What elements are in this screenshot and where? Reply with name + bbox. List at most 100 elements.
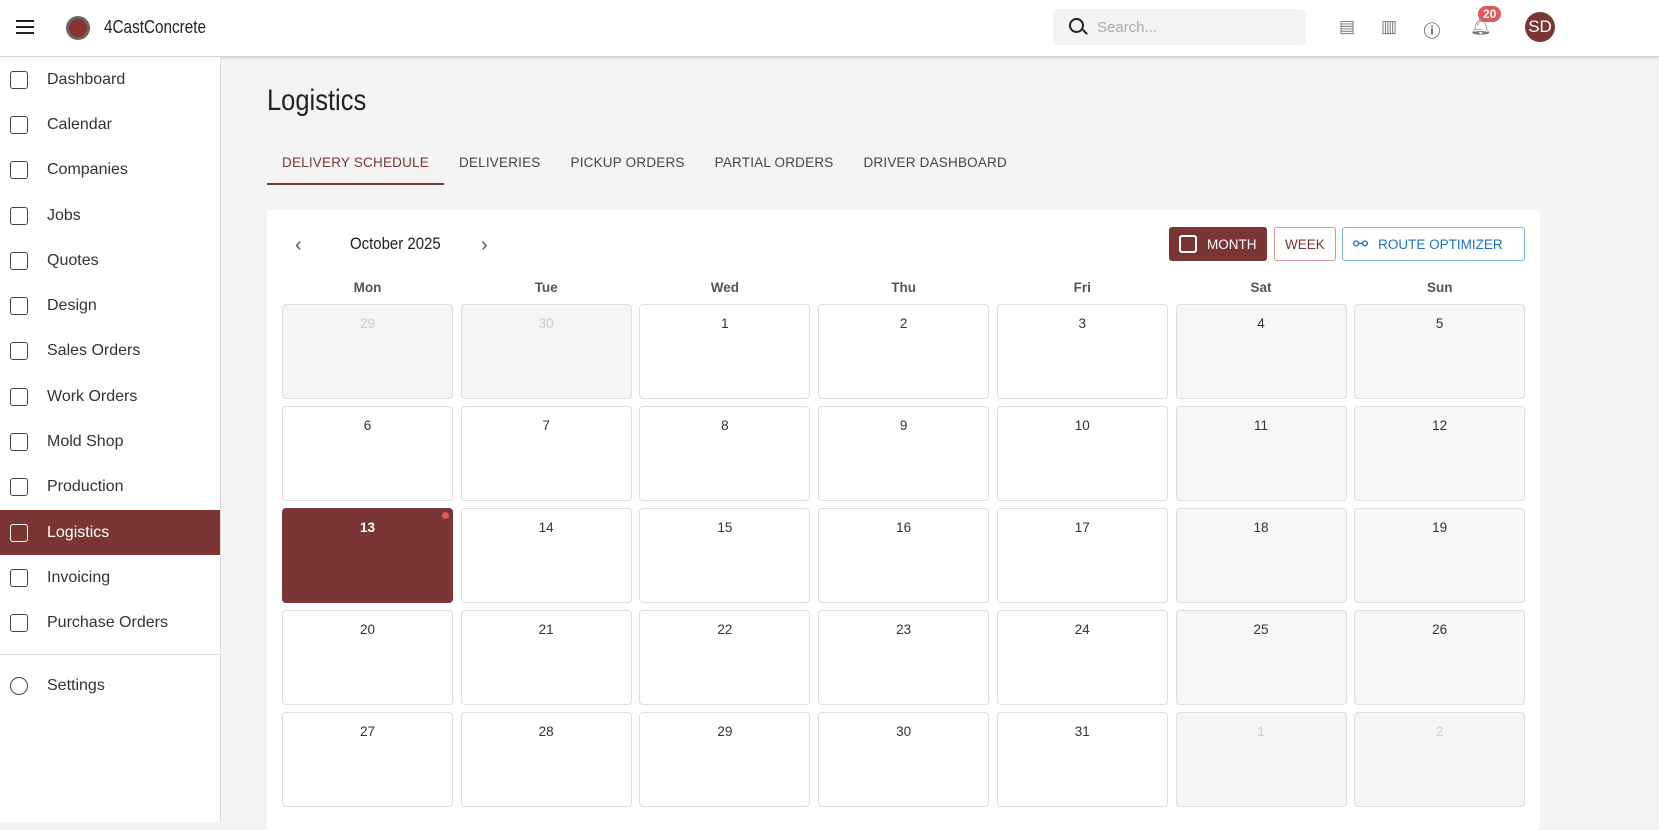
calendar-day[interactable]: 21 [460, 610, 632, 705]
sidebar-item-label: Mold Shop [47, 433, 124, 451]
calendar-day[interactable]: 27 [282, 712, 453, 807]
calendar-day-today[interactable]: 13 [282, 508, 453, 603]
sidebar-item-companies[interactable]: Companies [0, 148, 220, 193]
wrench-icon [10, 433, 28, 452]
calendar-day[interactable]: 1 [1175, 712, 1347, 807]
calendar-day[interactable]: 2 [818, 304, 990, 399]
tab-driver-dashboard[interactable]: DRIVER DASHBOARD [848, 146, 1021, 185]
day-number: 20 [359, 622, 376, 637]
day-number: 7 [542, 418, 550, 433]
sidebar-item-label: Purchase Orders [47, 614, 168, 632]
day-number: 30 [896, 724, 912, 739]
day-number: 1 [721, 316, 729, 331]
tab-delivery-schedule[interactable]: DELIVERY SCHEDULE [267, 146, 444, 185]
calendar-card: ‹ October 2025 › MONTH WEEK ⚯ ROUTE OPTIM… [267, 210, 1540, 830]
calendar-day[interactable]: 8 [639, 406, 811, 501]
factory-icon[interactable]: ▥ [1379, 17, 1399, 37]
day-number: 6 [363, 418, 372, 433]
calendar-day[interactable]: 12 [1354, 406, 1526, 501]
dashboard-icon [10, 70, 28, 89]
calendar-day[interactable]: 5 [1354, 304, 1526, 399]
calendar-day[interactable]: 22 [639, 610, 811, 705]
calendar-day[interactable]: 23 [818, 610, 990, 705]
day-number: 28 [538, 724, 554, 739]
calendar-day[interactable]: 3 [996, 304, 1168, 399]
sidebar-item-settings[interactable]: Settings [0, 663, 220, 708]
sidebar-item-production[interactable]: Production [0, 465, 220, 510]
day-number: 17 [1074, 520, 1090, 535]
calendar-day[interactable]: 24 [996, 610, 1168, 705]
avatar[interactable]: SD [1525, 12, 1555, 42]
tab-deliveries[interactable]: DELIVERIES [444, 146, 556, 185]
next-month-button[interactable]: › [481, 234, 488, 257]
calendar-day[interactable]: 1 [639, 304, 811, 399]
weekday-header: Thu [891, 280, 916, 295]
calendar-day[interactable]: 29 [639, 712, 811, 807]
sidebar-item-calendar[interactable]: Calendar [0, 102, 220, 147]
calendar-day[interactable]: 6 [282, 406, 453, 501]
calendar-day[interactable]: 7 [460, 406, 632, 501]
month-view-button[interactable]: MONTH [1169, 227, 1267, 261]
calendar-day[interactable]: 30 [818, 712, 990, 807]
day-number: 29 [717, 724, 733, 739]
sidebar-item-invoicing[interactable]: Invoicing [0, 555, 220, 600]
calendar-day[interactable]: 14 [460, 508, 632, 603]
calendar-day[interactable]: 10 [996, 406, 1168, 501]
calendar-day[interactable]: 18 [1175, 508, 1347, 603]
calendar-day[interactable]: 4 [1175, 304, 1347, 399]
calendar-day[interactable]: 29 [282, 304, 453, 399]
sidebar-item-label: Sales Orders [47, 342, 141, 360]
menu-icon[interactable] [16, 20, 34, 34]
day-number: 21 [538, 622, 554, 637]
button-label: ROUTE OPTIMIZER [1378, 236, 1503, 252]
day-number: 29 [359, 316, 376, 331]
calendar-day[interactable]: 25 [1175, 610, 1347, 705]
calendar-day[interactable]: 2 [1354, 712, 1526, 807]
search-input[interactable] [1097, 9, 1297, 45]
help-icon[interactable]: ⓘ [1422, 17, 1442, 41]
sidebar-item-label: Calendar [47, 115, 112, 133]
day-number: 14 [538, 520, 554, 535]
calendar-day[interactable]: 28 [460, 712, 632, 807]
calendar-day[interactable]: 31 [996, 712, 1168, 807]
calendar-day[interactable]: 11 [1175, 406, 1347, 501]
prev-month-button[interactable]: ‹ [295, 234, 302, 257]
day-number: 25 [1253, 622, 1269, 637]
calendar-day[interactable]: 15 [639, 508, 811, 603]
calendar-day[interactable]: 17 [996, 508, 1168, 603]
sidebar-item-quotes[interactable]: Quotes [0, 238, 220, 283]
sidebar-item-purchase-orders[interactable]: Purchase Orders [0, 601, 220, 646]
day-number: 9 [899, 418, 908, 433]
sidebar-item-label: Quotes [47, 251, 99, 269]
sidebar-item-jobs[interactable]: Jobs [0, 193, 220, 238]
route-optimizer-button[interactable]: ⚯ ROUTE OPTIMIZER [1342, 227, 1525, 261]
calendar-day[interactable]: 9 [818, 406, 990, 501]
sidebar-item-sales-orders[interactable]: Sales Orders [0, 329, 220, 374]
sidebar-item-design[interactable]: Design [0, 283, 220, 328]
day-number: 2 [899, 316, 908, 331]
day-number: 10 [1074, 418, 1090, 433]
sidebar-item-dashboard[interactable]: Dashboard [0, 57, 220, 102]
search-box[interactable] [1053, 9, 1306, 45]
day-number: 2 [1435, 724, 1444, 739]
page-title: Logistics [267, 84, 367, 117]
calendar-icon [10, 115, 28, 134]
calendar-day[interactable]: 26 [1354, 610, 1526, 705]
weekday-header: Mon [353, 280, 382, 295]
calendar-day[interactable]: 16 [818, 508, 990, 603]
sidebar-item-mold-shop[interactable]: Mold Shop [0, 419, 220, 464]
tab-partial-orders[interactable]: PARTIAL ORDERS [700, 146, 849, 185]
document-icon[interactable]: ▤ [1337, 17, 1357, 37]
day-number: 12 [1432, 418, 1448, 433]
pen-icon [10, 297, 28, 316]
day-number: 4 [1257, 316, 1265, 331]
sidebar-item-label: Dashboard [47, 70, 126, 88]
calendar-day[interactable]: 30 [460, 304, 632, 399]
tab-pickup-orders[interactable]: PICKUP ORDERS [556, 146, 700, 185]
week-view-button[interactable]: WEEK [1274, 227, 1336, 261]
calendar-day[interactable]: 19 [1354, 508, 1526, 603]
calendar-icon [1179, 235, 1197, 253]
sidebar-item-work-orders[interactable]: Work Orders [0, 374, 220, 419]
calendar-day[interactable]: 20 [282, 610, 453, 705]
sidebar-item-logistics[interactable]: Logistics [0, 509, 220, 556]
